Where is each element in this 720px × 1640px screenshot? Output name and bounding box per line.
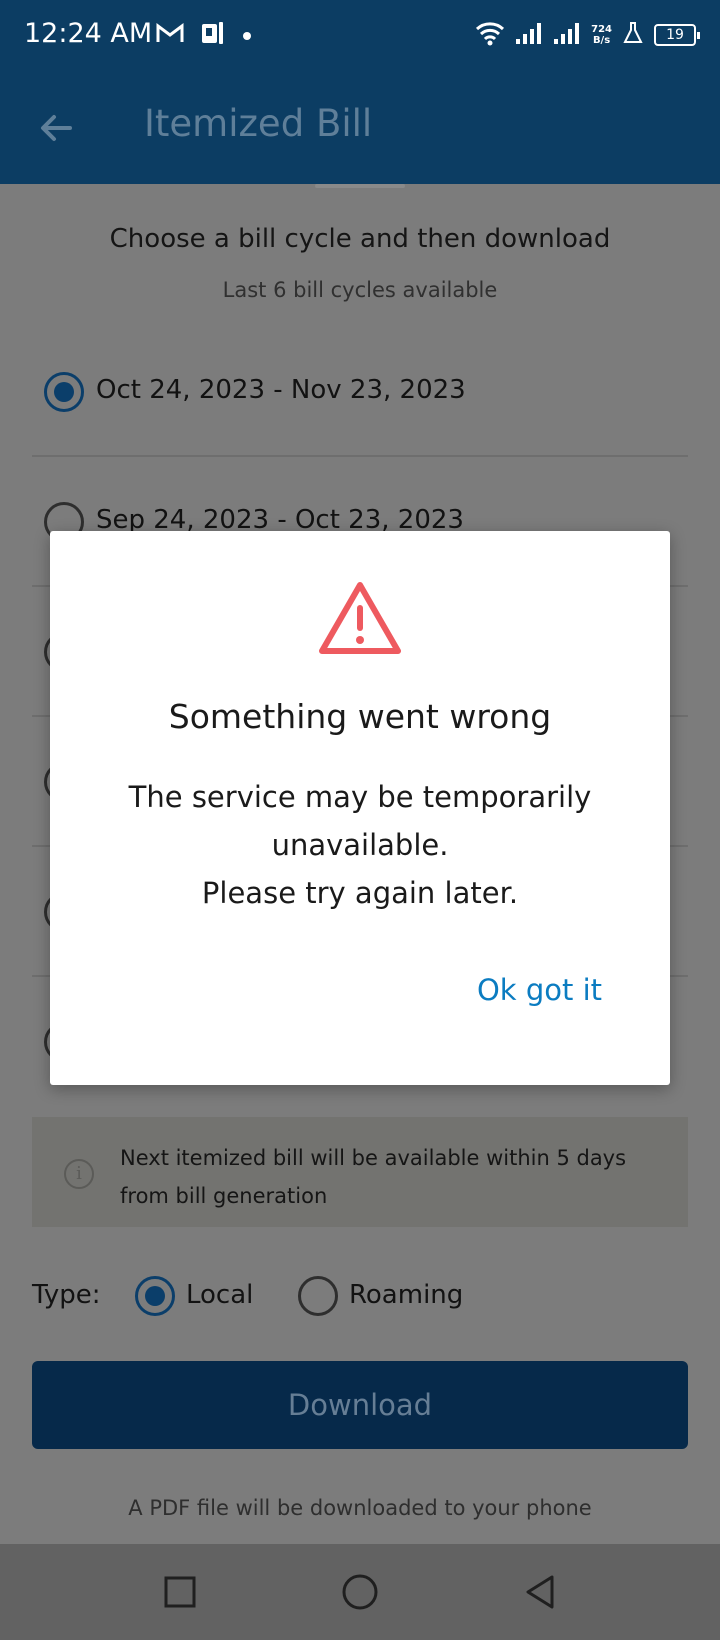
- net-speed-value: 724: [591, 24, 612, 35]
- net-speed-unit: B/s: [592, 35, 611, 46]
- page-heading: Choose a bill cycle and then download: [109, 224, 611, 254]
- signal-icon: [515, 21, 543, 49]
- page-title: Itemized Bill: [144, 102, 373, 145]
- home-circle-icon[interactable]: [340, 1572, 380, 1612]
- recents-square-icon[interactable]: [160, 1572, 200, 1612]
- pdf-note: A PDF file will be downloaded to your ph…: [128, 1496, 592, 1520]
- app-notification-icon: [200, 20, 226, 50]
- status-time: 12:24 AM: [24, 18, 153, 49]
- dialog-message: The service may be temporarily unavailab…: [90, 773, 630, 917]
- system-nav-bar: [0, 1544, 720, 1640]
- page-subheading: Last 6 bill cycles available: [222, 278, 498, 302]
- radio-selected-icon[interactable]: [135, 1276, 175, 1316]
- signal-icon: [553, 21, 581, 49]
- download-button[interactable]: Download: [32, 1361, 688, 1449]
- bill-cycle-label: Oct 24, 2023 - Nov 23, 2023: [96, 375, 466, 405]
- dialog-title: Something went wrong: [168, 697, 552, 736]
- back-triangle-icon[interactable]: [520, 1572, 560, 1612]
- radio-selected-icon[interactable]: [44, 372, 84, 412]
- bill-cycle-option[interactable]: Oct 24, 2023 - Nov 23, 2023: [32, 327, 688, 457]
- dialog-message-line: The service may be temporarily unavailab…: [128, 780, 592, 862]
- info-text: Next itemized bill will be available wit…: [120, 1146, 627, 1208]
- ok-button[interactable]: Ok got it: [477, 973, 602, 1007]
- type-label: Type:: [32, 1280, 101, 1310]
- net-speed: 724 B/s: [591, 24, 612, 46]
- dialog-message-line: Please try again later.: [201, 876, 519, 910]
- dot-icon: [242, 26, 252, 45]
- type-option-roaming[interactable]: Roaming: [349, 1280, 463, 1310]
- gmail-icon: [156, 22, 184, 48]
- radio-unselected-icon[interactable]: [298, 1276, 338, 1316]
- battery-icon: 19: [654, 24, 700, 46]
- arrow-left-icon[interactable]: [36, 108, 76, 148]
- error-dialog: Something went wrong The service may be …: [50, 531, 670, 1085]
- warning-triangle-icon: [318, 581, 402, 655]
- flask-icon: [622, 21, 644, 49]
- type-selector: Type: Local Roaming: [32, 1272, 688, 1320]
- sheet-handle: [315, 184, 405, 188]
- app-bar: Itemized Bill: [0, 72, 720, 184]
- status-bar: 12:24 AM 724 B/s 19: [0, 0, 720, 72]
- wifi-icon: [475, 20, 505, 50]
- info-banner: i Next itemized bill will be available w…: [32, 1117, 688, 1227]
- info-icon: i: [64, 1159, 94, 1189]
- type-option-local[interactable]: Local: [186, 1280, 253, 1310]
